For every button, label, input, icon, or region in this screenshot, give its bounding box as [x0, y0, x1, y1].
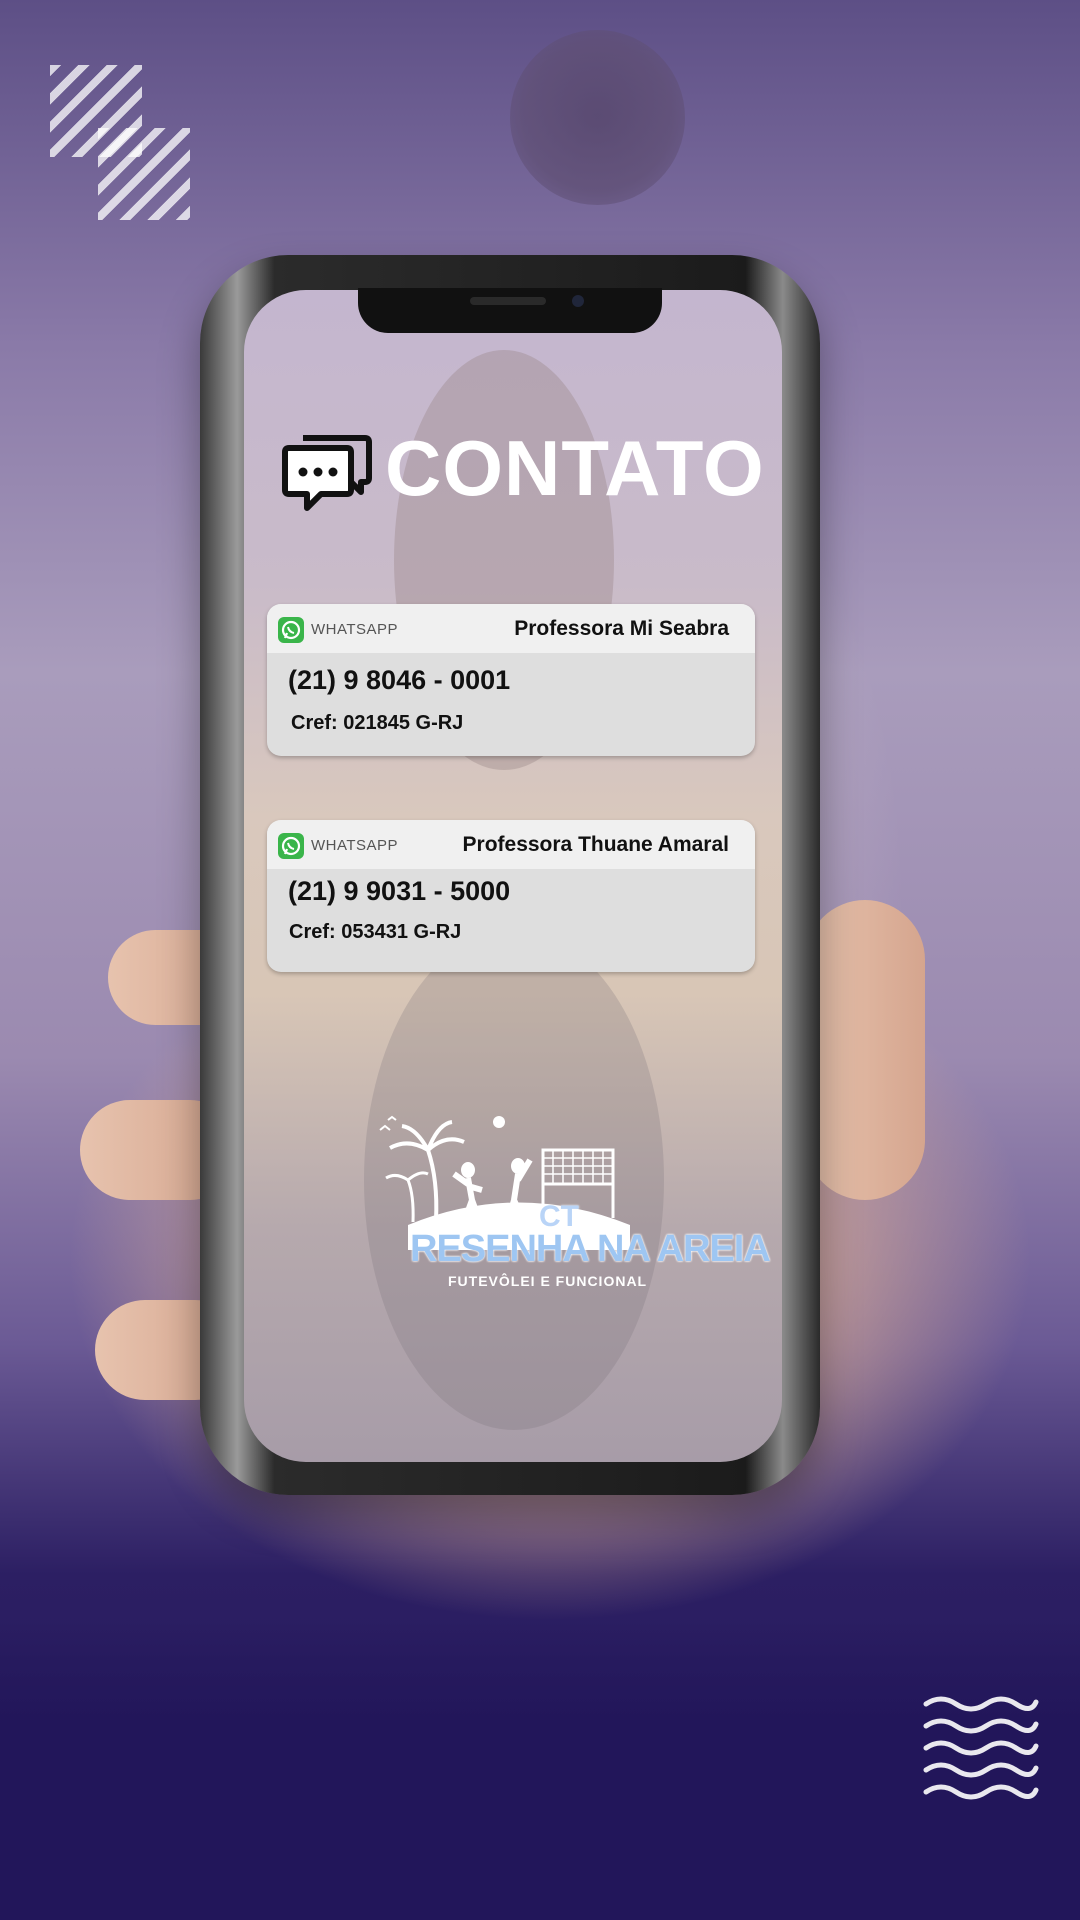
- contact-card[interactable]: WHATSAPP Professora Thuane Amaral (21) 9…: [267, 820, 755, 972]
- contact-card[interactable]: WHATSAPP Professora Mi Seabra (21) 9 804…: [267, 604, 755, 756]
- contact-name: Professora Thuane Amaral: [462, 833, 729, 856]
- contact-name: Professora Mi Seabra: [514, 617, 729, 640]
- phone-number[interactable]: (21) 9 8046 - 0001: [288, 665, 510, 696]
- page-title: CONTATO: [385, 424, 765, 512]
- phone-number[interactable]: (21) 9 9031 - 5000: [288, 876, 510, 907]
- app-label: WHATSAPP: [311, 837, 399, 854]
- whatsapp-icon: [278, 833, 304, 859]
- hand-thumb: [805, 900, 925, 1200]
- cref-number: Cref: 021845 G-RJ: [291, 712, 464, 734]
- decor-waves: [923, 1696, 1039, 1800]
- logo-title: RESENHA NA AREIA: [410, 1228, 771, 1270]
- logo-subtitle: FUTEVÔLEI E FUNCIONAL: [448, 1273, 648, 1289]
- phone-camera: [572, 295, 584, 307]
- app-label: WHATSAPP: [311, 621, 399, 638]
- cref-number: Cref: 053431 G-RJ: [289, 921, 462, 943]
- phone-notch: [358, 288, 662, 333]
- decor-stripes-bottom: [98, 128, 190, 220]
- phone-speaker: [470, 297, 546, 305]
- bottom-band: [0, 1620, 1080, 1920]
- chat-bubbles-icon: [282, 435, 372, 511]
- volleyball-silhouette: [510, 30, 685, 205]
- whatsapp-icon: [278, 617, 304, 643]
